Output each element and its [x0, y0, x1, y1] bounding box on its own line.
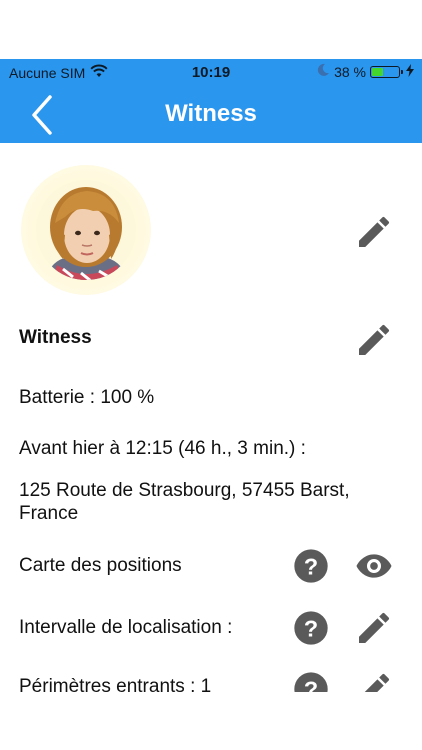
- navigation-bar: Witness: [0, 85, 422, 143]
- help-circle-icon: ?: [294, 549, 328, 583]
- settings-label-interval: Intervalle de localisation :: [19, 617, 233, 638]
- status-bar: Aucune SIM 10:19 38 %: [0, 59, 422, 85]
- settings-label-geofence: Périmètres entrants : 1: [19, 676, 212, 692]
- battery-percent: 38 %: [334, 63, 366, 80]
- help-circle-icon: ?: [294, 672, 328, 692]
- help-button-geofence[interactable]: ?: [291, 672, 331, 692]
- edit-interval-button[interactable]: [354, 608, 394, 648]
- help-button-interval[interactable]: ?: [291, 608, 331, 648]
- svg-text:?: ?: [304, 676, 318, 692]
- scroll-clip: Périmètres entrants : 1 ?: [0, 672, 422, 692]
- moon-icon: [316, 63, 330, 80]
- pencil-icon: [359, 324, 390, 355]
- device-name: Witness: [19, 327, 92, 348]
- last-seen: Avant hier à 12:15 (46 h., 3 min.) :: [19, 438, 306, 459]
- svg-text:?: ?: [304, 615, 318, 641]
- charging-bolt-icon: [406, 63, 414, 80]
- edit-geofence-button[interactable]: [354, 672, 394, 692]
- view-map-button[interactable]: [354, 546, 394, 586]
- status-right: 38 %: [312, 63, 414, 80]
- pencil-icon: [359, 612, 390, 643]
- last-address: 125 Route de Strasbourg, 57455 Barst, Fr…: [19, 480, 350, 524]
- pencil-icon: [359, 216, 390, 247]
- eye-icon: [356, 554, 392, 578]
- page-title: Witness: [165, 100, 257, 127]
- battery-fill: [372, 67, 383, 76]
- child-photo: [36, 180, 136, 280]
- pencil-icon: [364, 673, 390, 692]
- help-circle-icon: ?: [294, 611, 328, 645]
- avatar[interactable]: [21, 165, 151, 295]
- settings-label-map: Carte des positions: [19, 555, 182, 576]
- edit-photo-button[interactable]: [354, 212, 394, 252]
- battery-icon: [370, 65, 403, 78]
- battery-status: Batterie : 100 %: [19, 387, 155, 408]
- edit-name-button[interactable]: [354, 320, 394, 360]
- help-button-map[interactable]: ?: [291, 546, 331, 586]
- svg-text:?: ?: [304, 553, 318, 579]
